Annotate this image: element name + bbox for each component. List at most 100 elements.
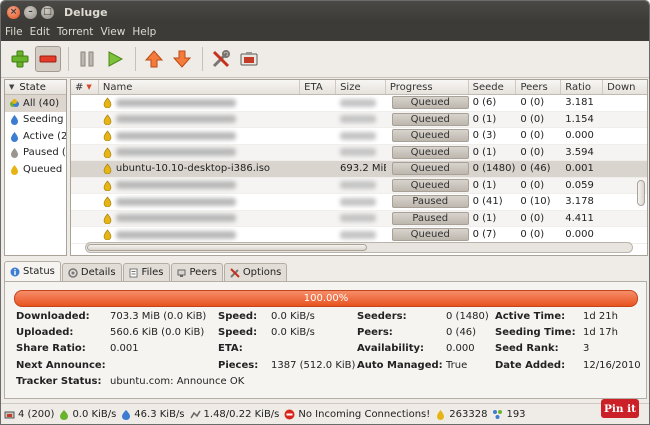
column-header-progress[interactable]: Progress bbox=[386, 80, 469, 94]
menu-edit[interactable]: Edit bbox=[30, 26, 50, 38]
paused-icon bbox=[9, 147, 20, 159]
tab-options[interactable]: Options bbox=[223, 263, 288, 281]
traffic-icon bbox=[189, 409, 201, 420]
queue-up-button[interactable] bbox=[141, 46, 167, 72]
torrent-name bbox=[115, 115, 236, 124]
size-cell bbox=[336, 145, 386, 161]
menu-file[interactable]: File bbox=[5, 26, 23, 38]
column-header-seeds[interactable]: Seede bbox=[469, 80, 517, 94]
sidebar-item-seeding[interactable]: Seeding bbox=[5, 112, 66, 129]
queue-cell bbox=[71, 211, 99, 227]
sidebar-header[interactable]: ▼ State bbox=[5, 80, 66, 95]
size-value bbox=[340, 148, 377, 157]
column-header-down[interactable]: Down bbox=[603, 80, 647, 94]
remove-torrent-button[interactable] bbox=[35, 46, 61, 72]
seeds-cell: 0 (1480) bbox=[472, 163, 516, 175]
add-torrent-button[interactable] bbox=[7, 46, 33, 72]
upload-speed-status[interactable]: 46.3 KiB/s bbox=[121, 409, 185, 420]
progress-cell: Queued bbox=[386, 161, 469, 177]
table-row[interactable]: Queued 0 (1) 0 (0) 0.059 bbox=[71, 177, 647, 194]
progress-cell: Queued bbox=[386, 95, 469, 111]
size-cell bbox=[336, 128, 386, 144]
table-row[interactable]: ubuntu-10.10-desktop-i386.iso 693.2 MiB Qu… bbox=[71, 161, 647, 178]
peers-cell: 0 (0) bbox=[520, 229, 545, 241]
table-row[interactable]: Queued 0 (1) 0 (0) 3.594 bbox=[71, 144, 647, 161]
peers-value: 0 (46) bbox=[446, 327, 477, 338]
sidebar-item-active[interactable]: Active (2 bbox=[5, 128, 66, 145]
toolbar-separator bbox=[135, 47, 136, 71]
pause-button[interactable] bbox=[74, 46, 100, 72]
free-space-status[interactable]: 263328 bbox=[435, 409, 487, 420]
download-speed-status[interactable]: 0.0 KiB/s bbox=[59, 409, 116, 420]
table-row[interactable]: Paused 0 (1) 0 (0) 4.411 bbox=[71, 210, 647, 227]
download-speed-value: 0.0 KiB/s bbox=[271, 311, 315, 322]
queued-icon bbox=[9, 164, 20, 175]
pin-it-button[interactable]: Pin it bbox=[601, 399, 639, 418]
incoming-connections-status[interactable]: No Incoming Connections! bbox=[284, 409, 430, 420]
sidebar-item-queued[interactable]: Queued ( bbox=[5, 161, 66, 178]
torrent-name bbox=[115, 131, 236, 140]
column-header-eta[interactable]: ETA bbox=[300, 80, 337, 94]
sidebar-item-all[interactable]: All (40) bbox=[5, 95, 66, 112]
name-cell bbox=[99, 145, 300, 161]
column-header-size[interactable]: Size bbox=[336, 80, 386, 94]
table-row[interactable]: Queued 0 (6) 0 (0) 3.181 bbox=[71, 95, 647, 112]
column-header-peers[interactable]: Peers bbox=[516, 80, 562, 94]
torrent-name: ubuntu-10.10-desktop-i386.iso bbox=[115, 163, 271, 175]
table-row[interactable]: Paused 0 (41) 0 (10) 3.178 bbox=[71, 194, 647, 211]
upload-speed-icon bbox=[121, 409, 131, 420]
column-header-queue[interactable]: # ▼ bbox=[71, 80, 99, 94]
column-header-name[interactable]: Name bbox=[99, 80, 301, 94]
scrollbar-thumb[interactable] bbox=[87, 244, 367, 251]
preferences-icon bbox=[212, 50, 230, 68]
name-cell bbox=[99, 112, 300, 128]
peers-cell: 0 (0) bbox=[520, 130, 545, 142]
download-speed-label: Speed: bbox=[218, 311, 258, 322]
name-cell bbox=[99, 178, 300, 194]
torrent-list: # ▼ Name ETA Size Progress Seede Peers Ra… bbox=[70, 79, 648, 256]
queue-down-button[interactable] bbox=[169, 46, 195, 72]
menu-view[interactable]: View bbox=[100, 26, 125, 38]
minimize-button[interactable]: – bbox=[24, 5, 37, 19]
tab-details[interactable]: Details bbox=[61, 263, 122, 281]
preferences-button[interactable] bbox=[208, 46, 234, 72]
tab-files[interactable]: Files bbox=[122, 263, 170, 281]
sidebar-header-label: State bbox=[19, 81, 46, 93]
table-row[interactable]: Queued 0 (1) 0 (0) 1.154 bbox=[71, 111, 647, 128]
tab-peers[interactable]: Peers bbox=[170, 263, 223, 281]
all-torrents-icon bbox=[9, 98, 20, 109]
protocol-traffic-status[interactable]: 1.48/0.22 KiB/s bbox=[189, 409, 279, 420]
seeds-cell: 0 (7) bbox=[472, 229, 497, 241]
sidebar-item-paused[interactable]: Paused ( bbox=[5, 145, 66, 162]
vertical-scrollbar[interactable] bbox=[637, 96, 646, 244]
tab-label: Peers bbox=[189, 267, 217, 278]
seeding-time-value: 1d 17h bbox=[583, 327, 618, 338]
dht-nodes-status[interactable]: 193 bbox=[492, 409, 526, 420]
horizontal-scrollbar[interactable] bbox=[85, 242, 633, 253]
eta-cell bbox=[300, 227, 336, 243]
status-panel: 100.00% Downloaded: 703.3 MiB (0.0 KiB) … bbox=[4, 281, 647, 399]
tab-status[interactable]: Status bbox=[4, 261, 61, 281]
sidebar-item-label: Seeding bbox=[23, 114, 64, 126]
column-header-ratio[interactable]: Ratio bbox=[561, 80, 604, 94]
menu-torrent[interactable]: Torrent bbox=[57, 26, 94, 38]
eta-cell bbox=[300, 145, 336, 161]
connections-status[interactable]: 4 (200) bbox=[4, 409, 54, 420]
name-cell: ubuntu-10.10-desktop-i386.iso bbox=[99, 161, 300, 177]
close-button[interactable]: × bbox=[7, 5, 20, 19]
maximize-button[interactable]: □ bbox=[41, 5, 54, 19]
scrollbar-thumb[interactable] bbox=[637, 180, 645, 206]
seeds-cell: 0 (6) bbox=[472, 97, 497, 109]
tracker-status-label: Tracker Status: bbox=[16, 376, 102, 387]
table-row[interactable]: Queued 0 (3) 0 (0) 0.000 bbox=[71, 128, 647, 145]
ratio-cell: 3.178 bbox=[565, 196, 594, 208]
connection-manager-button[interactable] bbox=[236, 46, 262, 72]
resume-button[interactable] bbox=[102, 46, 128, 72]
size-value bbox=[340, 131, 377, 140]
torrent-name bbox=[115, 148, 236, 157]
pause-icon bbox=[80, 51, 94, 67]
name-cell bbox=[99, 128, 300, 144]
menu-help[interactable]: Help bbox=[132, 26, 156, 38]
torrent-state-icon bbox=[103, 213, 112, 224]
progress-text: 100.00% bbox=[303, 293, 349, 304]
